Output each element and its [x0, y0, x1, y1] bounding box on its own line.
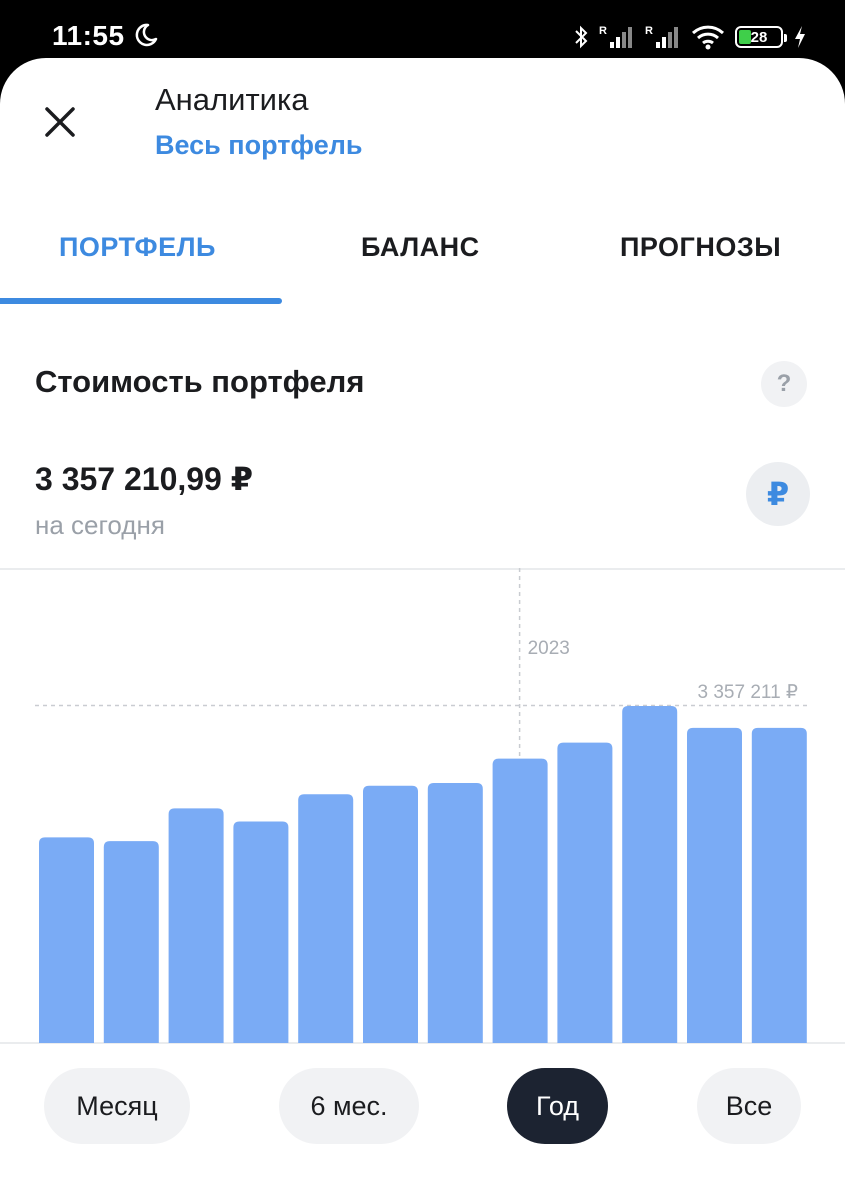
tab-portfolio[interactable]: ПОРТФЕЛЬ	[59, 232, 216, 263]
year-label: 2023	[528, 638, 570, 659]
currency-toggle-button[interactable]: ₽	[746, 462, 810, 526]
cellular-signal-icon: R	[599, 25, 632, 48]
tab-forecasts[interactable]: ПРОГНОЗЫ	[620, 232, 781, 263]
status-time: 11:55	[52, 20, 125, 51]
portfolio-value: 3 357 210,99 ₽	[35, 461, 253, 497]
max-value-label: 3 357 211 ₽	[698, 682, 798, 703]
svg-text:R: R	[599, 25, 607, 37]
period-6-months-button[interactable]: 6 мес.	[279, 1068, 419, 1144]
period-selector: Месяц 6 мес. Год Все	[0, 1068, 845, 1148]
chart-bar[interactable]	[687, 727, 742, 1043]
period-month-button[interactable]: Месяц	[44, 1068, 190, 1144]
cellular-signal-icon: R	[645, 25, 678, 48]
battery-level: 28	[750, 28, 768, 46]
battery-icon: 28	[735, 26, 787, 48]
tab-bar: ПОРТФЕЛЬ БАЛАНС ПРОГНОЗЫ	[0, 218, 845, 308]
page-title: Аналитика	[155, 82, 309, 117]
chart-bar[interactable]	[168, 808, 224, 1043]
portfolio-bar-chart: 2023 3 357 211 ₽	[0, 568, 845, 1044]
moon-icon	[135, 23, 158, 47]
period-year-button[interactable]: Год	[507, 1068, 608, 1144]
section-title: Стоимость портфеля	[35, 364, 365, 399]
charging-icon	[795, 26, 805, 48]
chart-bar[interactable]	[557, 742, 613, 1043]
chart-bar[interactable]	[427, 782, 483, 1043]
wifi-icon	[691, 25, 725, 50]
help-button[interactable]: ?	[761, 361, 807, 407]
bluetooth-icon	[575, 25, 588, 49]
chart-bar[interactable]	[492, 758, 548, 1043]
value-caption: на сегодня	[35, 510, 165, 540]
chart-bar[interactable]	[622, 706, 678, 1043]
chart-bar[interactable]	[39, 837, 94, 1043]
chart-bar[interactable]	[751, 727, 807, 1043]
period-all-button[interactable]: Все	[697, 1068, 801, 1144]
chart-bar[interactable]	[363, 785, 418, 1043]
chart-bar[interactable]	[233, 821, 289, 1043]
analytics-sheet: Аналитика Весь портфель ПОРТФЕЛЬ БАЛАНС …	[0, 58, 845, 1200]
chart-bar[interactable]	[103, 841, 159, 1043]
close-icon[interactable]	[36, 98, 84, 146]
status-bar: 11:55 R R 28	[0, 0, 845, 66]
tab-balance[interactable]: БАЛАНС	[361, 232, 480, 263]
portfolio-selector[interactable]: Весь портфель	[155, 130, 362, 161]
svg-text:R: R	[645, 25, 653, 37]
active-tab-indicator	[0, 298, 282, 304]
chart-bar[interactable]	[298, 794, 354, 1043]
